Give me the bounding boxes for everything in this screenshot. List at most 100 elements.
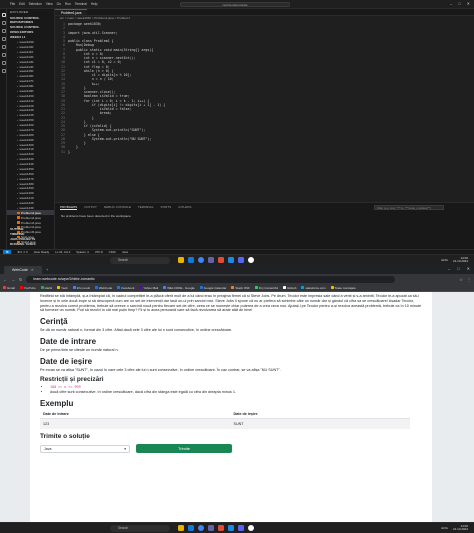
- github-icon[interactable]: [248, 257, 254, 263]
- discord-icon[interactable]: [238, 525, 244, 531]
- vscode-icon[interactable]: [228, 525, 234, 531]
- bookmark-item[interactable]: GitHub: [283, 286, 296, 290]
- chrome-icon[interactable]: [198, 525, 204, 531]
- run-debug-icon[interactable]: [1, 37, 6, 41]
- language-select[interactable]: Java ▾: [40, 444, 130, 453]
- breadcrumb[interactable]: src > main > week1030 > Problem1.java > …: [55, 16, 474, 21]
- code-editor[interactable]: 1 package week1030; 2 3 import java.util.Sca…: [55, 22, 474, 154]
- back-icon[interactable]: ←: [3, 277, 7, 282]
- vscode-icon[interactable]: [228, 257, 234, 263]
- panel-tab-gitlens[interactable]: GITLENS: [178, 205, 191, 210]
- language-indicator[interactable]: ENG: [441, 526, 448, 530]
- menu-item-file[interactable]: File: [10, 2, 15, 6]
- folder-label: week1220: [19, 103, 34, 108]
- bookmark-favicon-icon: [254, 286, 258, 289]
- bookmark-item[interactable]: Toate marcajele: [330, 286, 356, 290]
- submit-button[interactable]: Trimite: [136, 444, 232, 454]
- remote-explorer-icon[interactable]: [1, 61, 6, 65]
- new-tab-icon[interactable]: +: [46, 266, 48, 274]
- menu-item-view[interactable]: View: [46, 2, 53, 6]
- taskbar-search[interactable]: Search: [110, 257, 170, 264]
- chrome-icon[interactable]: [198, 257, 204, 263]
- menu-item-go[interactable]: Go: [57, 2, 61, 6]
- sidebar-section[interactable]: RUNNING TASKS: [7, 242, 54, 247]
- bookmark-item[interactable]: salesforce.com: [301, 286, 326, 290]
- forward-icon[interactable]: →: [11, 277, 15, 282]
- discord-icon[interactable]: [238, 257, 244, 263]
- bookmark-item[interactable]: Facebook: [117, 286, 134, 290]
- office-icon[interactable]: [218, 525, 224, 531]
- close-icon[interactable]: ✕: [467, 1, 470, 6]
- bookmark-item[interactable]: WebCode: [94, 286, 112, 290]
- panel-tab-terminal[interactable]: TERMINAL: [138, 205, 154, 210]
- chevron-right-icon: ›: [17, 49, 19, 54]
- menu-item-run[interactable]: Run: [65, 2, 71, 6]
- bookmark-item[interactable]: YouTube: [19, 286, 36, 290]
- chevron-right-icon: ›: [17, 196, 19, 201]
- minimize-icon[interactable]: –: [450, 1, 452, 6]
- bookmark-label: GitHub: [287, 285, 297, 290]
- problem-story: Redfield se stă întâmplă, și-a întâmplat…: [40, 294, 422, 313]
- source-control-icon[interactable]: [1, 29, 6, 33]
- taskbar-clock[interactable]: 14:00 21.10.2024: [453, 256, 468, 265]
- tab-problem1[interactable]: Problem1.java: [55, 9, 88, 15]
- file-explorer-icon[interactable]: [178, 525, 184, 531]
- tab-close-icon[interactable]: ✕: [31, 266, 34, 274]
- chevron-right-icon: ›: [17, 147, 19, 152]
- maximize-icon[interactable]: □: [457, 266, 459, 271]
- bookmark-item[interactable]: Hartă: [40, 286, 52, 290]
- bottom-panel: PROBLEMS OUTPUT DEBUG CONSOLE TERMINAL PORTS…: [55, 202, 474, 249]
- panel-tab-debug-console[interactable]: DEBUG CONSOLE: [104, 205, 131, 210]
- teams-icon[interactable]: [208, 257, 214, 263]
- bookmark-item[interactable]: Gmail: [3, 286, 15, 290]
- panel-tab-ports[interactable]: PORTS: [161, 205, 172, 210]
- edge-icon[interactable]: [188, 525, 194, 531]
- menu-item-terminal[interactable]: Terminal: [75, 2, 87, 6]
- chevron-right-icon: ›: [17, 118, 19, 123]
- bookmark-favicon-icon: [330, 286, 334, 289]
- browser-tab[interactable]: WebCode ✕: [4, 266, 42, 274]
- panel-tab-output[interactable]: OUTPUT: [84, 205, 97, 210]
- star-icon[interactable]: ☆: [459, 277, 463, 282]
- address-bar[interactable]: learn.webcode.ro/wpe/2/debr-romantic: [26, 275, 396, 283]
- problems-filter-input[interactable]: Filter (e.g. text, **/*.ts, !**/node_mod…: [374, 204, 444, 210]
- minimize-icon[interactable]: –: [448, 266, 450, 271]
- page-viewport: Redfield se stă întâmplă, și-a întâmplat…: [0, 292, 474, 522]
- bookmark-item[interactable]: WELCODE - Google: [163, 286, 195, 290]
- bookmark-item[interactable]: Google Calendar: [199, 286, 226, 290]
- testing-icon[interactable]: [1, 53, 6, 57]
- reload-icon[interactable]: ↻: [19, 277, 22, 282]
- bookmark-favicon-icon: [231, 286, 235, 289]
- menu-icon[interactable]: ⋮: [467, 277, 471, 282]
- bookmark-item[interactable]: Yeeb: [56, 286, 68, 290]
- teams-icon[interactable]: [208, 525, 214, 531]
- github-icon[interactable]: [248, 525, 254, 531]
- heading-cerinta: Cerință: [40, 317, 68, 326]
- panel-tab-problems[interactable]: PROBLEMS: [60, 205, 78, 210]
- taskbar-search[interactable]: Search: [110, 525, 170, 532]
- taskbar-clock[interactable]: 14:00 21.10.2024: [453, 524, 468, 533]
- menu-item-help[interactable]: Help: [91, 2, 98, 6]
- search-icon[interactable]: [1, 21, 6, 25]
- chevron-right-icon: ›: [17, 45, 19, 50]
- bookmark-item[interactable]: Info result: [72, 286, 90, 290]
- language-indicator[interactable]: ENG: [441, 258, 448, 262]
- browser-window-controls: – □ ✕: [448, 266, 470, 271]
- bookmark-item[interactable]: Dry Contentful: [254, 286, 278, 290]
- sidebar-section[interactable]: SOURCE CONTROL REPOSITORIES: [7, 15, 54, 24]
- menu-item-selection[interactable]: Selection: [29, 2, 42, 6]
- edge-icon[interactable]: [188, 257, 194, 263]
- folder-label: week1330: [19, 157, 34, 162]
- close-icon[interactable]: ✕: [467, 266, 470, 271]
- office-icon[interactable]: [218, 257, 224, 263]
- bookmark-item[interactable]: Stack OSF: [231, 286, 250, 290]
- extensions-icon[interactable]: [1, 45, 6, 49]
- java-projects-icon[interactable]: [1, 69, 6, 73]
- menu-item-edit[interactable]: Edit: [19, 2, 25, 6]
- explorer-icon[interactable]: [1, 13, 6, 17]
- vscode-command-center[interactable]: cerinte-wiki-roteste: [180, 2, 290, 7]
- maximize-icon[interactable]: □: [458, 1, 460, 6]
- file-explorer-icon[interactable]: [178, 257, 184, 263]
- bookmark-item[interactable]: Yahoo Mail: [139, 286, 158, 290]
- chevron-right-icon: ›: [17, 191, 19, 196]
